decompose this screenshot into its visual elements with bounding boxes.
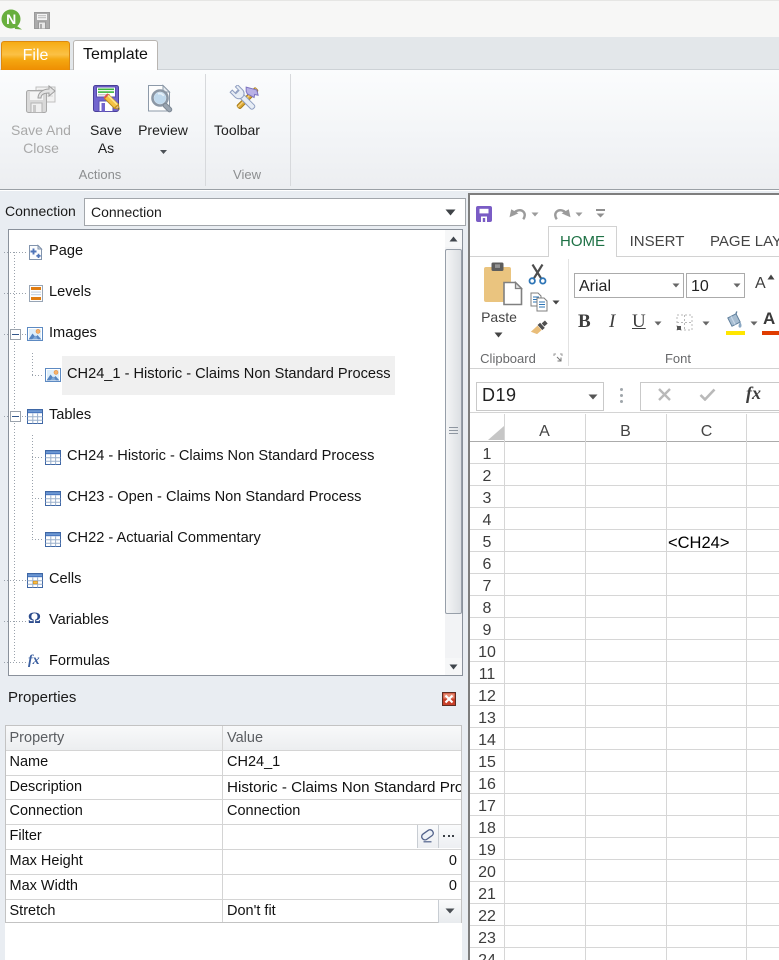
svg-text:N: N [6,11,16,27]
